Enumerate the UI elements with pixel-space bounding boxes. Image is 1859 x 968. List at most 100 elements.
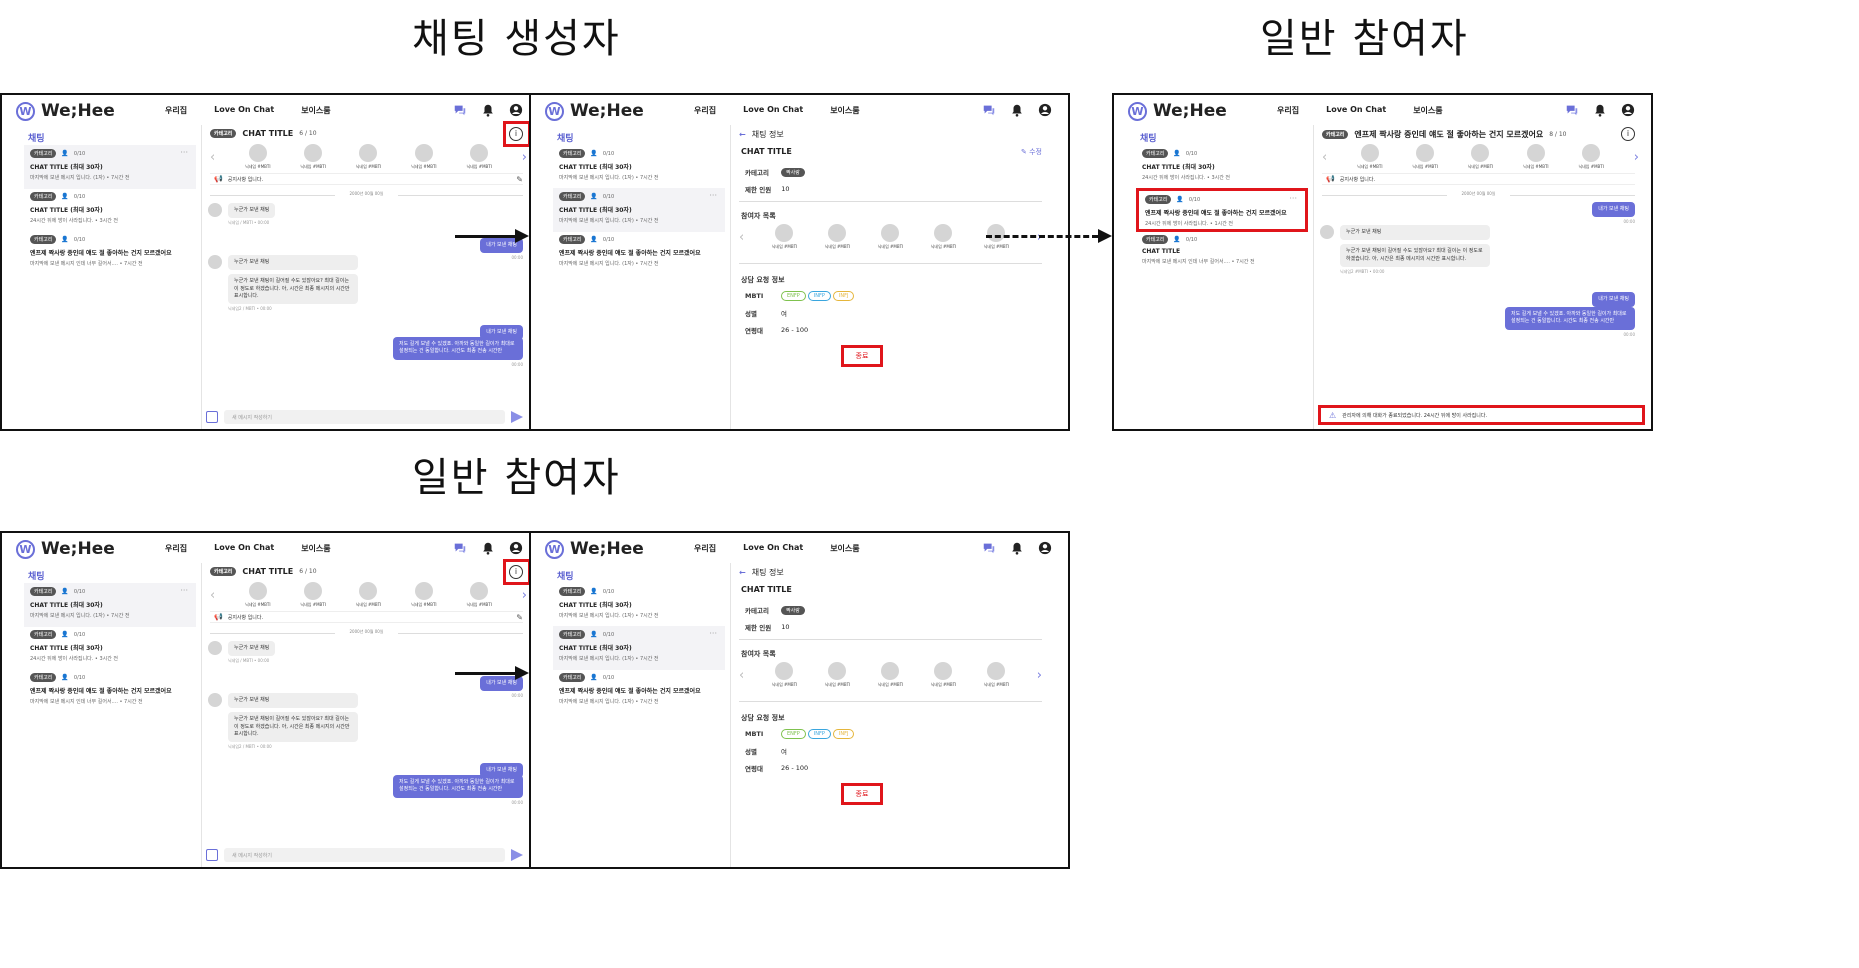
menu-item-love-on-chat[interactable]: Love On Chat: [214, 543, 274, 554]
participant[interactable]: 닉네임 #MBTI: [356, 582, 381, 608]
chevron-right-icon[interactable]: ›: [522, 588, 527, 603]
participant[interactable]: 닉네임 #MBTI: [931, 662, 956, 688]
chat-room-item[interactable]: 카테고리 👤 0/10 엔프제 짝사랑 중인데 얘도 절 좋아하는 건지 모르겠어요 마…: [24, 231, 196, 275]
participant[interactable]: 닉네임 #MBTI: [245, 582, 271, 608]
menu-item-love-on-chat[interactable]: Love On Chat: [1326, 105, 1386, 116]
info-icon[interactable]: i: [1621, 127, 1635, 141]
chevron-right-icon[interactable]: ›: [522, 150, 527, 165]
participant[interactable]: 닉네임 #MBTI: [825, 662, 850, 688]
end-chat-button[interactable]: 종료: [841, 783, 883, 805]
back-button[interactable]: ← 채팅 정보: [739, 567, 784, 578]
profile-icon[interactable]: [1621, 103, 1635, 117]
message-input[interactable]: 새 메시지 작성하기: [224, 410, 505, 424]
chevron-left-icon[interactable]: ‹: [1322, 150, 1327, 165]
bell-icon[interactable]: [481, 103, 495, 117]
participant[interactable]: 닉네임 #MBTI: [1578, 144, 1604, 170]
participant[interactable]: 닉네임 #MBTI: [411, 144, 437, 170]
participant[interactable]: 닉네임 #MBTI: [772, 662, 797, 688]
brand-logo[interactable]: W We;Hee: [16, 101, 115, 121]
participant[interactable]: 닉네임 #MBTI: [878, 224, 903, 250]
participant[interactable]: 닉네임 #MBTI: [1357, 144, 1383, 170]
chat-icon[interactable]: [982, 103, 996, 117]
menu-item-voice-room[interactable]: 보이스룸: [301, 543, 330, 554]
profile-icon[interactable]: [509, 541, 523, 555]
image-upload-icon[interactable]: [206, 849, 218, 861]
chevron-left-icon[interactable]: ‹: [739, 230, 744, 245]
chat-room-item[interactable]: 카테고리 👤 0/10 CHAT TITLE (최대 30자) 24시간 뒤에 방이 사…: [24, 188, 196, 232]
chat-room-item[interactable]: 카테고리 👤 0/10 CHAT TITLE (최대 30자) 마지막에 보낸 메시지 …: [24, 583, 196, 627]
chat-room-item[interactable]: 카테고리 👤 0/10 CHAT TITLE (최대 30자) 24시간 뒤에 방이 사…: [24, 626, 196, 670]
participant[interactable]: 닉네임 #MBTI: [356, 144, 381, 170]
more-icon[interactable]: ···: [709, 629, 717, 638]
chat-room-item[interactable]: 카테고리 👤 0/10 엔프제 짝사랑 중인데 얘도 절 좋아하는 건지 모르겠어요 2…: [1136, 188, 1308, 232]
brand-logo[interactable]: W We;Hee: [545, 539, 644, 559]
chat-room-item[interactable]: 카테고리 👤 0/10 CHAT TITLE (최대 30자) 24시간 뒤에 방이 사…: [1136, 145, 1308, 189]
more-icon[interactable]: ···: [180, 148, 188, 157]
menu-item-home[interactable]: 우리집: [1277, 105, 1299, 116]
participant[interactable]: 닉네임 #MBTI: [825, 224, 850, 250]
chat-room-item[interactable]: 카테고리 👤 0/10 엔프제 짝사랑 중인데 얘도 절 좋아하는 건지 모르겠어요 마…: [553, 669, 725, 713]
bell-icon[interactable]: [1010, 103, 1024, 117]
participant[interactable]: 닉네임 #MBTI: [1412, 144, 1438, 170]
bell-icon[interactable]: [1593, 103, 1607, 117]
chat-room-item[interactable]: 카테고리 👤 0/10 엔프제 짝사랑 중인데 얘도 절 좋아하는 건지 모르겠어요 마…: [24, 669, 196, 713]
menu-item-love-on-chat[interactable]: Love On Chat: [743, 105, 803, 116]
chat-room-item[interactable]: 카테고리 👤 0/10 CHAT TITLE (최대 30자) 마지막에 보낸 메시지 …: [553, 583, 725, 627]
participant[interactable]: 닉네임 #MBTI: [300, 144, 326, 170]
participant[interactable]: 닉네임 #MBTI: [931, 224, 956, 250]
menu-item-voice-room[interactable]: 보이스룸: [830, 543, 859, 554]
chat-room-item[interactable]: 카테고리 👤 0/10 CHAT TITLE 마지막에 보낸 메시지 인데 너무 길어서…: [1136, 231, 1308, 275]
chevron-right-icon[interactable]: ›: [1037, 668, 1042, 683]
participant[interactable]: 닉네임 #MBTI: [984, 662, 1009, 688]
chat-room-item[interactable]: 카테고리 👤 0/10 CHAT TITLE (최대 30자) 마지막에 보낸 메시지 …: [553, 626, 725, 670]
chat-room-item[interactable]: 카테고리 👤 0/10 CHAT TITLE (최대 30자) 마지막에 보낸 메시지 …: [24, 145, 196, 189]
profile-icon[interactable]: [1038, 541, 1052, 555]
brand-logo[interactable]: W We;Hee: [16, 539, 115, 559]
edit-button[interactable]: ✎ 수정: [1021, 147, 1042, 157]
send-icon[interactable]: [511, 849, 523, 861]
participant[interactable]: 닉네임 #MBTI: [300, 582, 326, 608]
participant[interactable]: 닉네임 #MBTI: [466, 144, 492, 170]
message-input[interactable]: 새 메시지 작성하기: [224, 848, 505, 862]
chat-icon[interactable]: [1565, 103, 1579, 117]
back-button[interactable]: ← 채팅 정보: [739, 129, 784, 140]
participant[interactable]: 닉네임 #MBTI: [466, 582, 492, 608]
more-icon[interactable]: ···: [1289, 194, 1297, 203]
send-icon[interactable]: [511, 411, 523, 423]
chevron-right-icon[interactable]: ›: [1634, 150, 1639, 165]
menu-item-home[interactable]: 우리집: [165, 105, 187, 116]
profile-icon[interactable]: [1038, 103, 1052, 117]
menu-item-voice-room[interactable]: 보이스룸: [830, 105, 859, 116]
bell-icon[interactable]: [1010, 541, 1024, 555]
menu-item-home[interactable]: 우리집: [694, 543, 716, 554]
participant[interactable]: 닉네임 #MBTI: [878, 662, 903, 688]
menu-item-love-on-chat[interactable]: Love On Chat: [214, 105, 274, 116]
more-icon[interactable]: ···: [709, 191, 717, 200]
bell-icon[interactable]: [481, 541, 495, 555]
participant[interactable]: 닉네임 #MBTI: [772, 224, 797, 250]
chat-icon[interactable]: [453, 103, 467, 117]
more-icon[interactable]: ···: [180, 586, 188, 595]
chat-room-item[interactable]: 카테고리 👤 0/10 엔프제 짝사랑 중인데 얘도 절 좋아하는 건지 모르겠어요 마…: [553, 231, 725, 275]
end-chat-button[interactable]: 종료: [841, 345, 883, 367]
brand-logo[interactable]: W We;Hee: [1128, 101, 1227, 121]
chevron-left-icon[interactable]: ‹: [739, 668, 744, 683]
brand-logo[interactable]: W We;Hee: [545, 101, 644, 121]
chevron-left-icon[interactable]: ‹: [210, 588, 215, 603]
participant[interactable]: 닉네임 #MBTI: [245, 144, 271, 170]
menu-item-home[interactable]: 우리집: [165, 543, 187, 554]
menu-item-home[interactable]: 우리집: [694, 105, 716, 116]
edit-icon[interactable]: ✎: [516, 175, 523, 184]
chat-room-item[interactable]: 카테고리 👤 0/10 CHAT TITLE (최대 30자) 마지막에 보낸 메시지 …: [553, 145, 725, 189]
participant[interactable]: 닉네임 #MBTI: [1468, 144, 1493, 170]
menu-item-voice-room[interactable]: 보이스룸: [1413, 105, 1442, 116]
profile-icon[interactable]: [509, 103, 523, 117]
chat-icon[interactable]: [982, 541, 996, 555]
participant[interactable]: 닉네임 #MBTI: [411, 582, 437, 608]
participant[interactable]: 닉네임 #MBTI: [1523, 144, 1549, 170]
image-upload-icon[interactable]: [206, 411, 218, 423]
chat-room-item[interactable]: 카테고리 👤 0/10 CHAT TITLE (최대 30자) 마지막에 보낸 메시지 …: [553, 188, 725, 232]
chat-icon[interactable]: [453, 541, 467, 555]
chevron-left-icon[interactable]: ‹: [210, 150, 215, 165]
menu-item-voice-room[interactable]: 보이스룸: [301, 105, 330, 116]
